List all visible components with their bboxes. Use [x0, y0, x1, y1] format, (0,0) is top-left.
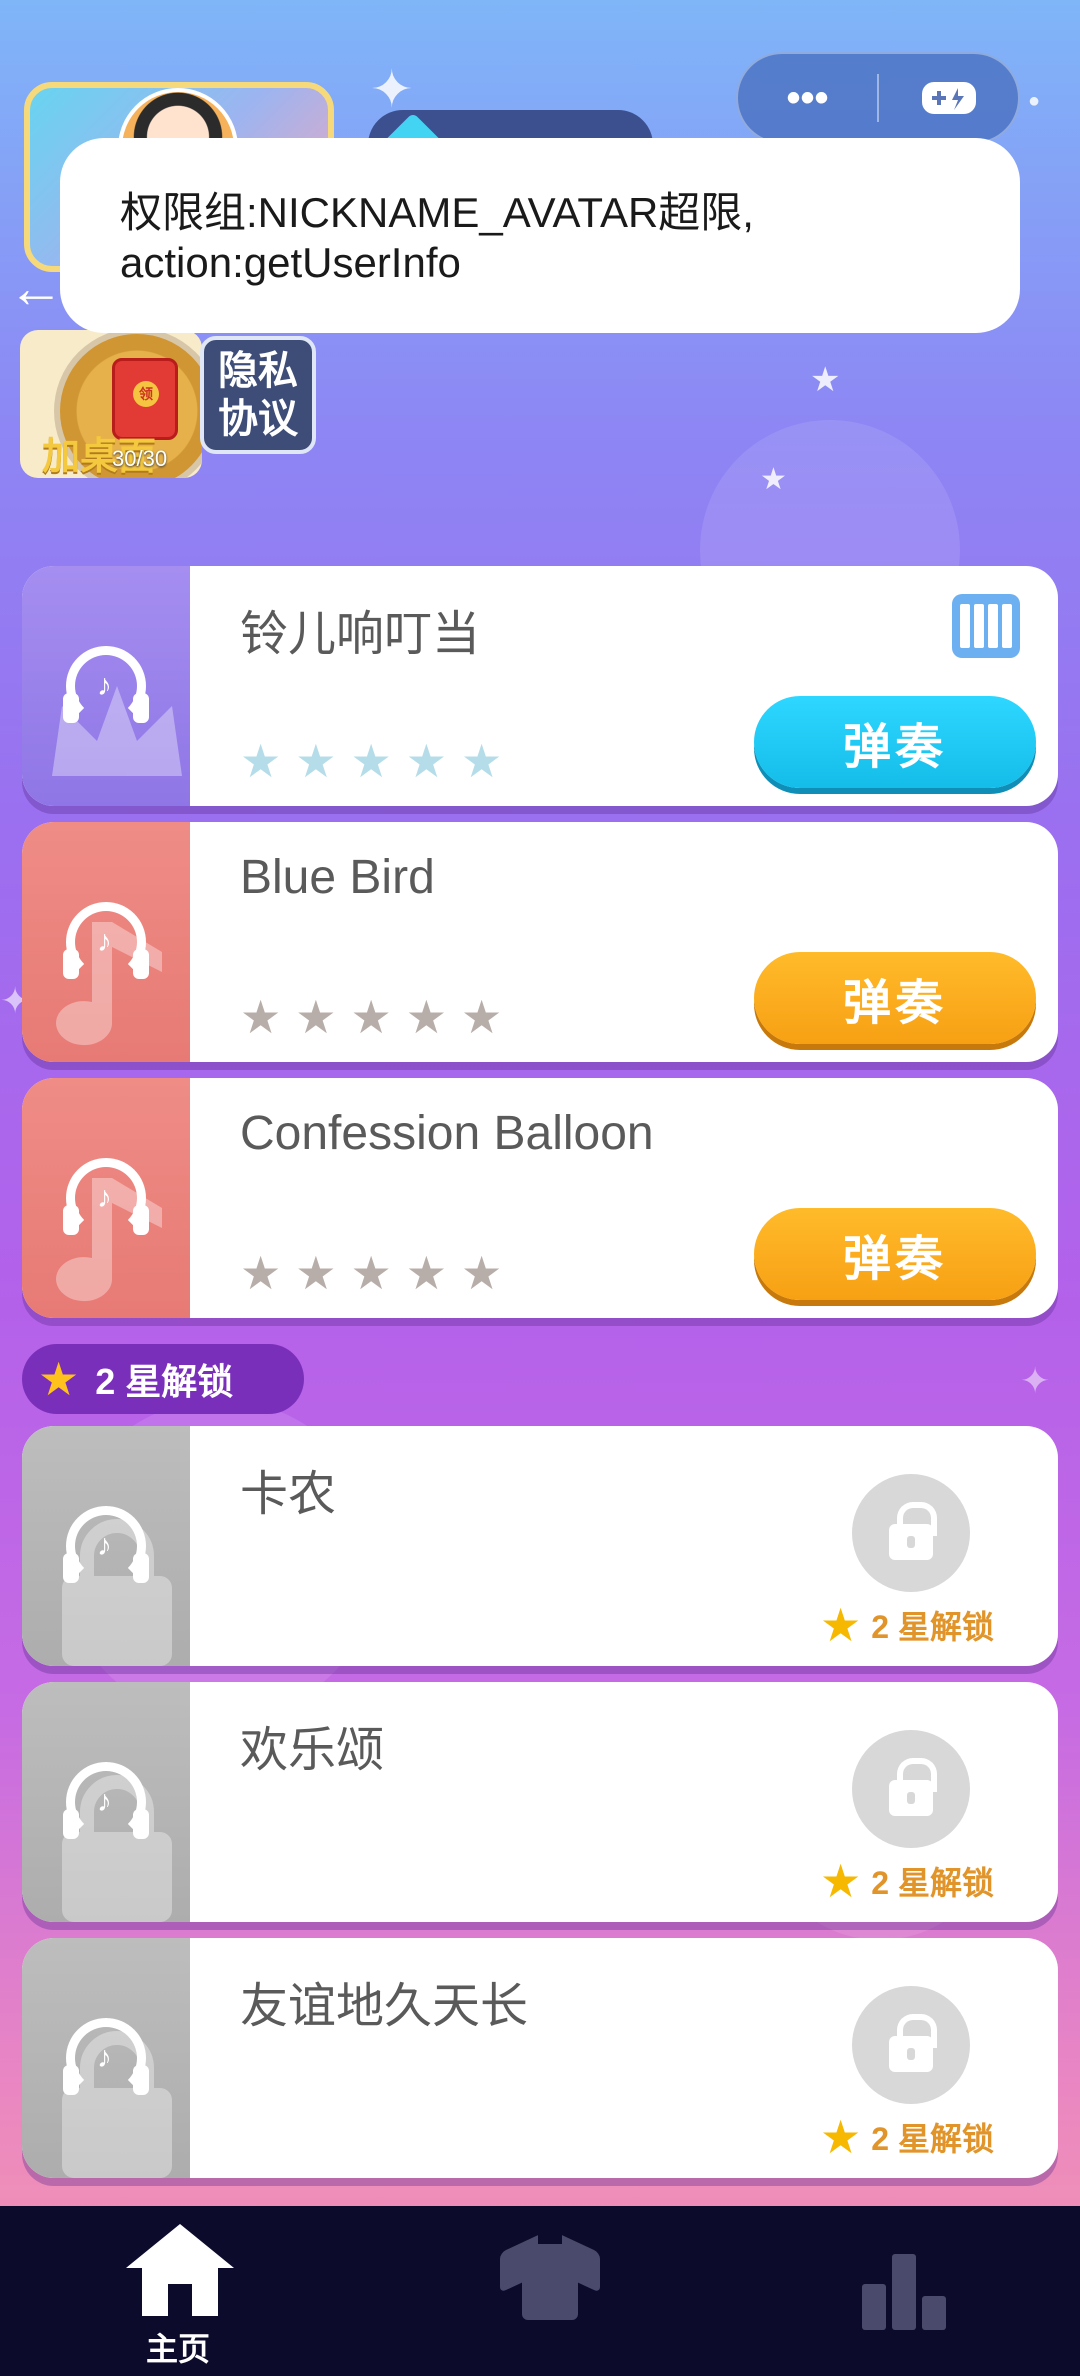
unlock-hint: ★ 2 星解锁: [820, 1854, 994, 1908]
gamepad-icon[interactable]: [879, 54, 1018, 142]
nav-item-wardrobe[interactable]: [360, 2206, 720, 2376]
star-icon: ★: [240, 991, 282, 1043]
star-icon: ★: [405, 991, 447, 1043]
play-button[interactable]: 弹奏: [754, 1208, 1036, 1300]
star-icon: ★: [820, 1855, 862, 1907]
star-icon: ★: [295, 1247, 337, 1299]
lock-icon[interactable]: [852, 1474, 970, 1592]
star-icon: ★: [350, 1247, 392, 1299]
unlock-hint: ★ 2 星解锁: [820, 2110, 994, 2164]
star-icon: ★: [240, 1247, 282, 1299]
sparkle-icon: ★: [760, 463, 787, 496]
nav-home-label: 主页: [146, 2331, 211, 2367]
song-title: 友谊地久天长: [240, 1980, 529, 2033]
sparkle-icon: ●: [1028, 90, 1041, 112]
headphones-icon: ♪: [63, 2018, 149, 2098]
home-icon: [126, 2224, 234, 2316]
mini-program-capsule: •••: [736, 52, 1020, 144]
more-options-button[interactable]: •••: [738, 54, 877, 142]
back-arrow-icon[interactable]: ←: [8, 255, 64, 320]
lock-icon[interactable]: [852, 1986, 970, 2104]
star-rating: ★ ★ ★ ★ ★: [240, 734, 502, 788]
unlock-hint-label: 2 星解锁: [871, 1609, 994, 1645]
add-to-desktop-badge[interactable]: 领 加桌面 30/30: [20, 330, 202, 478]
star-icon: ★: [461, 991, 503, 1043]
unlock-section-tag: ★ 2 星解锁: [22, 1344, 304, 1414]
unlock-hint-label: 2 星解锁: [871, 1865, 994, 1901]
song-card[interactable]: ♪ 铃儿响叮当 ★ ★ ★ ★ ★ 弹奏: [22, 566, 1058, 806]
privacy-label-line2: 协议: [218, 397, 298, 441]
star-icon: ★: [461, 735, 503, 787]
song-title: Confession Balloon: [240, 1107, 654, 1160]
song-card-side: ♪: [22, 1426, 190, 1666]
star-icon: ★: [405, 1247, 447, 1299]
star-rating: ★ ★ ★ ★ ★: [240, 1246, 502, 1300]
locked-song-card[interactable]: ♪ 友谊地久天长 ★ 2 星解锁: [22, 1938, 1058, 2178]
star-icon: ★: [350, 735, 392, 787]
star-rating: ★ ★ ★ ★ ★: [240, 990, 502, 1044]
song-card-side: ♪: [22, 1938, 190, 2178]
shirt-icon: [500, 2234, 600, 2324]
sparkle-icon: ★: [810, 361, 841, 399]
bottom-nav: 主页: [0, 2206, 1080, 2376]
star-icon: ★: [295, 991, 337, 1043]
unlock-section-label: 2 星解锁: [95, 1361, 234, 1402]
headphones-icon: ♪: [63, 1158, 149, 1238]
nav-item-ranking[interactable]: [720, 2206, 1080, 2376]
play-button[interactable]: 弹奏: [754, 952, 1036, 1044]
error-toast: 权限组:NICKNAME_AVATAR超限, action:getUserInf…: [60, 138, 1020, 333]
headphones-icon: ♪: [63, 646, 149, 726]
ranking-icon: [862, 2252, 946, 2330]
song-title: 铃儿响叮当: [240, 608, 481, 661]
envelope-seal: 领: [133, 381, 159, 407]
star-icon: ★: [820, 2111, 862, 2163]
star-icon: ★: [461, 1247, 503, 1299]
song-card-side: ♪: [22, 566, 190, 806]
song-card-side: ♪: [22, 1682, 190, 1922]
song-card-side: ♪: [22, 822, 190, 1062]
nav-item-home[interactable]: 主页: [0, 2206, 360, 2376]
song-title: Blue Bird: [240, 851, 435, 904]
unlock-hint-label: 2 星解锁: [871, 2121, 994, 2157]
headphones-icon: ♪: [63, 1506, 149, 1586]
locked-song-card[interactable]: ♪ 欢乐颂 ★ 2 星解锁: [22, 1682, 1058, 1922]
star-icon: ★: [350, 991, 392, 1043]
star-icon: ★: [240, 735, 282, 787]
piano-icon[interactable]: [952, 594, 1020, 658]
song-card-side: ♪: [22, 1078, 190, 1318]
song-card[interactable]: ♪ Blue Bird ★ ★ ★ ★ ★ 弹奏: [22, 822, 1058, 1062]
locked-song-card[interactable]: ♪ 卡农 ★ 2 星解锁: [22, 1426, 1058, 1666]
privacy-policy-button[interactable]: 隐私 协议: [200, 336, 316, 454]
toast-line2: action:getUserInfo: [120, 239, 461, 286]
star-icon: ★: [295, 735, 337, 787]
unlock-hint: ★ 2 星解锁: [820, 1598, 994, 1652]
song-title: 欢乐颂: [240, 1724, 385, 1777]
privacy-label-line1: 隐私: [218, 349, 298, 393]
lock-icon[interactable]: [852, 1730, 970, 1848]
star-icon: ★: [405, 735, 447, 787]
star-icon: ★: [820, 1599, 862, 1651]
song-title: 卡农: [240, 1468, 337, 1521]
headphones-icon: ♪: [63, 902, 149, 982]
play-button[interactable]: 弹奏: [754, 696, 1036, 788]
song-card[interactable]: ♪ Confession Balloon ★ ★ ★ ★ ★ 弹奏: [22, 1078, 1058, 1318]
sparkle-icon: ✦: [1020, 1360, 1051, 1401]
headphones-icon: ♪: [63, 1762, 149, 1842]
toast-line1: 权限组:NICKNAME_AVATAR超限,: [120, 189, 754, 236]
star-icon: ★: [38, 1353, 80, 1405]
add-to-desktop-count: 30/30: [112, 446, 168, 471]
